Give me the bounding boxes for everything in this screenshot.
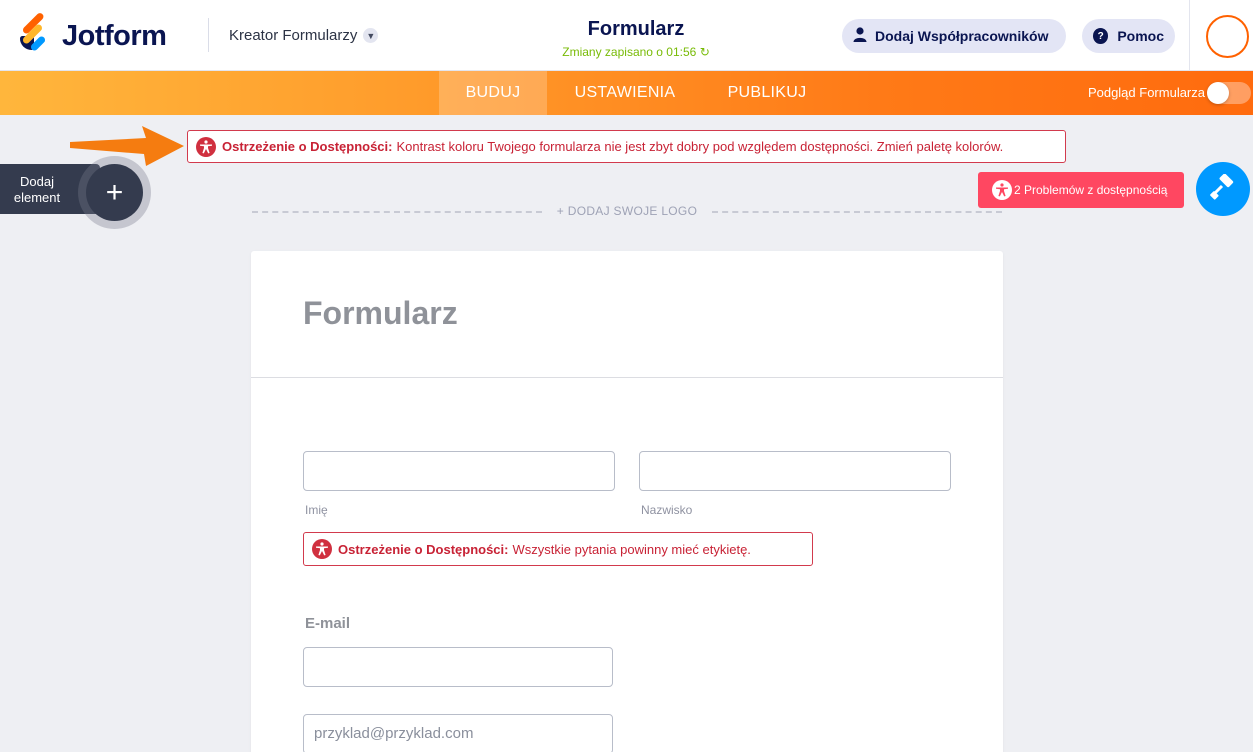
last-name-input[interactable]: [639, 451, 951, 491]
email-placeholder: przyklad@przyklad.com: [314, 725, 474, 742]
form-designer-button[interactable]: [1196, 162, 1250, 216]
saved-status: Zmiany zapisano o 01:56 ↻: [562, 45, 710, 59]
avatar[interactable]: [1206, 15, 1249, 58]
accessibility-icon: [992, 180, 1012, 200]
header-divider: [208, 18, 209, 52]
tab-publish[interactable]: PUBLIKUJ: [712, 71, 822, 115]
form-title[interactable]: Formularz: [536, 18, 736, 41]
logo-dashed-line-left: [252, 211, 542, 213]
accessibility-issues-label: 2 Problemów z dostępnością: [1014, 183, 1168, 197]
tab-settings[interactable]: USTAWIENIA: [558, 71, 692, 115]
form-card: Formularz Imię Nazwisko Ostrzeżenie o Do…: [251, 251, 1003, 752]
chevron-down-icon: ▼: [363, 28, 379, 43]
jotform-logo[interactable]: Jotform: [20, 11, 167, 53]
heading-separator: [251, 377, 1003, 378]
email-label: E-mail: [305, 615, 351, 632]
accessibility-issues-button[interactable]: 2 Problemów z dostępnością: [978, 172, 1184, 208]
warning-message: Kontrast koloru Twojego formularza nie j…: [396, 139, 1004, 154]
tab-build[interactable]: BUDUJ: [439, 71, 547, 115]
accessibility-warning-top: Ostrzeżenie o Dostępności: Kontrast kolo…: [187, 130, 1066, 163]
last-name-sublabel: Nazwisko: [641, 503, 693, 517]
builder-nav: BUDUJ USTAWIENIA PUBLIKUJ Podgląd Formul…: [0, 71, 1253, 115]
plus-icon: +: [105, 175, 124, 209]
logo-text: Jotform: [62, 20, 167, 52]
add-collaborators-label: Dodaj Współpracowników: [875, 28, 1049, 44]
add-element-button[interactable]: +: [86, 164, 143, 221]
warning-message: Wszystkie pytania powinny mieć etykietę.: [512, 541, 751, 557]
accessibility-warning-field: Ostrzeżenie o Dostępności: Wszystkie pyt…: [303, 532, 813, 566]
toggle-knob: [1207, 82, 1229, 104]
header-separator: [1189, 0, 1190, 71]
form-title-block: Formularz Zmiany zapisano o 01:56 ↻: [536, 18, 736, 59]
user-icon: [853, 27, 867, 45]
first-name-input[interactable]: [303, 451, 615, 491]
add-logo-button[interactable]: + DODAJ SWOJE LOGO: [537, 204, 717, 218]
builder-dropdown[interactable]: Kreator Formularzy ▼: [229, 27, 379, 44]
builder-dropdown-label: Kreator Formularzy: [229, 27, 358, 44]
first-name-sublabel: Imię: [305, 503, 328, 517]
warning-title: Ostrzeżenie o Dostępności:: [222, 139, 393, 154]
refresh-icon: ↻: [699, 45, 710, 59]
jotform-logo-icon: [20, 11, 50, 52]
form-heading[interactable]: Formularz: [303, 295, 458, 332]
preview-label: Podgląd Formularza: [1087, 85, 1205, 100]
top-header: Jotform Kreator Formularzy ▼ Formularz Z…: [0, 0, 1253, 71]
email-input[interactable]: [303, 647, 613, 687]
email-confirm-input[interactable]: przyklad@przyklad.com: [303, 714, 613, 752]
add-collaborators-button[interactable]: Dodaj Współpracowników: [842, 19, 1066, 53]
paint-roller-icon: [1210, 173, 1236, 205]
question-icon: ?: [1093, 28, 1109, 44]
help-button[interactable]: ? Pomoc: [1082, 19, 1175, 53]
accessibility-icon: [196, 136, 216, 157]
warning-title: Ostrzeżenie o Dostępności:: [338, 541, 509, 557]
preview-toggle[interactable]: [1207, 82, 1251, 104]
logo-dashed-line-right: [712, 211, 1002, 213]
accessibility-icon: [312, 539, 332, 559]
help-label: Pomoc: [1117, 28, 1164, 44]
